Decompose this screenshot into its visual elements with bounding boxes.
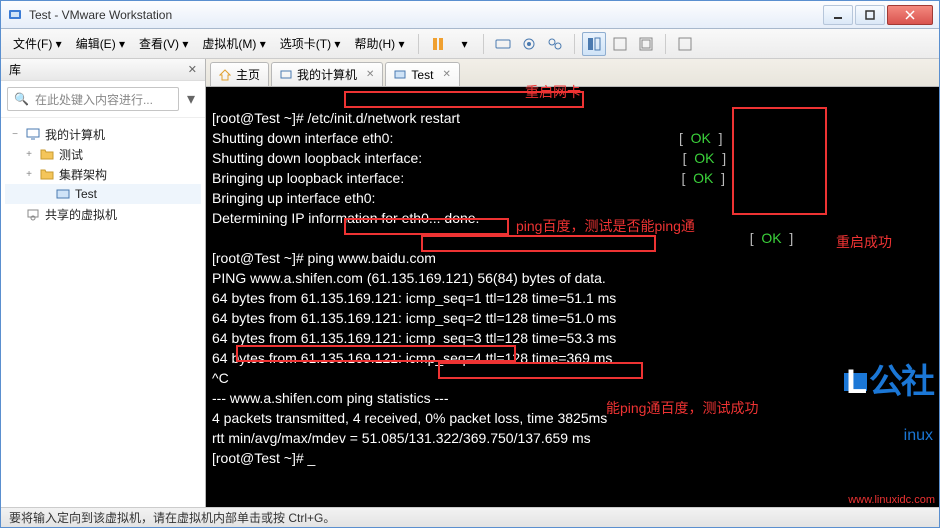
- view-console-icon[interactable]: [608, 32, 632, 56]
- fullscreen-icon[interactable]: [673, 32, 697, 56]
- sidebar-close-icon[interactable]: ✕: [188, 63, 197, 76]
- tab-my-computer[interactable]: 我的计算机 ✕: [271, 62, 383, 86]
- folder-icon: [39, 166, 55, 182]
- tree-item-my-computer[interactable]: − 我的计算机: [5, 124, 201, 144]
- vm-icon: [394, 69, 406, 81]
- tree-item-vm-test[interactable]: Test: [5, 184, 201, 204]
- annotation: ping百度，测试是否能ping通: [516, 217, 695, 235]
- home-icon: [219, 69, 231, 81]
- view-thumbnail-icon[interactable]: [582, 32, 606, 56]
- highlight-box: [732, 107, 827, 215]
- sidebar: 库 ✕ 🔍 在此处键入内容进行... ▾ − 我的计算机 +: [1, 59, 206, 507]
- pause-icon[interactable]: [426, 32, 450, 56]
- minimize-button[interactable]: [823, 5, 853, 25]
- library-tree: − 我的计算机 + 测试 + 集群架构 Test: [1, 118, 205, 230]
- app-window: Test - VMware Workstation 文件(F) ▾ 编辑(E) …: [0, 0, 940, 528]
- watermark: L公社 inux www.linuxidc.com: [844, 337, 933, 499]
- app-icon: [7, 7, 23, 23]
- tree-item-folder-test[interactable]: + 测试: [5, 144, 201, 164]
- menu-help[interactable]: 帮助(H) ▾: [348, 31, 410, 56]
- main-area: 主页 我的计算机 ✕ Test ✕ [root@Test ~]# /etc/in…: [206, 59, 939, 507]
- annotation: 重启成功: [836, 233, 892, 251]
- sidebar-heading: 库 ✕: [1, 59, 205, 81]
- annotation: 能ping通百度，测试成功: [606, 399, 758, 417]
- search-dropdown-icon[interactable]: ▾: [183, 89, 199, 109]
- highlight-box: [236, 345, 516, 362]
- maximize-button[interactable]: [855, 5, 885, 25]
- tab-close-icon[interactable]: ✕: [366, 69, 374, 80]
- terminal-output[interactable]: [root@Test ~]# /etc/init.d/network resta…: [206, 87, 939, 507]
- annotation: 重启网卡: [525, 82, 581, 102]
- search-input[interactable]: 🔍 在此处键入内容进行...: [7, 87, 179, 111]
- tab-test[interactable]: Test ✕: [385, 62, 459, 86]
- menu-file[interactable]: 文件(F) ▾: [7, 31, 68, 56]
- shared-vm-icon: [25, 206, 41, 222]
- highlight-box: [421, 235, 656, 252]
- tree-item-shared[interactable]: 共享的虚拟机: [5, 204, 201, 224]
- tab-home[interactable]: 主页: [210, 62, 269, 86]
- highlight-box: [438, 362, 643, 379]
- titlebar[interactable]: Test - VMware Workstation: [1, 1, 939, 29]
- menubar: 文件(F) ▾ 编辑(E) ▾ 查看(V) ▾ 虚拟机(M) ▾ 选项卡(T) …: [1, 29, 939, 59]
- tree-item-folder-cluster[interactable]: + 集群架构: [5, 164, 201, 184]
- close-button[interactable]: [887, 5, 933, 25]
- status-bar: 要将输入定向到该虚拟机，请在虚拟机内部单击或按 Ctrl+G。: [1, 507, 939, 527]
- vm-icon: [55, 186, 71, 202]
- monitor-icon: [25, 126, 41, 142]
- menu-vm[interactable]: 虚拟机(M) ▾: [196, 31, 271, 56]
- snapshot-manager-icon[interactable]: [543, 32, 567, 56]
- menu-edit[interactable]: 编辑(E) ▾: [70, 31, 131, 56]
- search-icon: 🔍: [14, 92, 29, 106]
- snapshot-icon[interactable]: [517, 32, 541, 56]
- folder-icon: [39, 146, 55, 162]
- send-keys-icon[interactable]: [491, 32, 515, 56]
- view-unity-icon[interactable]: [634, 32, 658, 56]
- power-dropdown-icon[interactable]: ▾: [452, 32, 476, 56]
- menu-tabs[interactable]: 选项卡(T) ▾: [274, 31, 347, 56]
- tab-close-icon[interactable]: ✕: [442, 69, 450, 80]
- menu-view[interactable]: 查看(V) ▾: [133, 31, 194, 56]
- highlight-box: [344, 218, 509, 235]
- window-title: Test - VMware Workstation: [29, 8, 172, 22]
- monitor-icon: [280, 69, 292, 81]
